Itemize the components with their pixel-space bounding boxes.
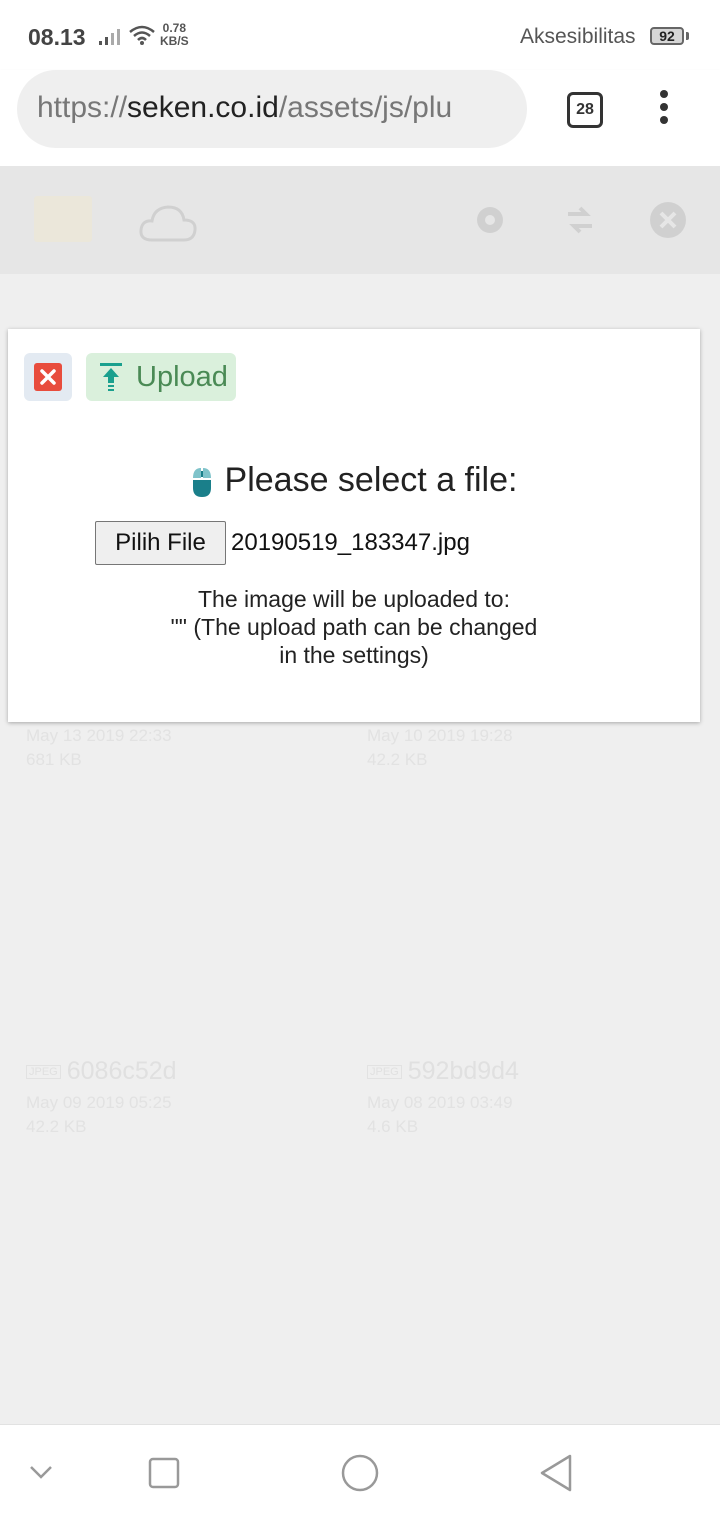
- home-circle-icon[interactable]: [340, 1453, 380, 1493]
- recents-square-icon[interactable]: [148, 1457, 180, 1489]
- file-date: May 10 2019 19:28: [367, 726, 513, 745]
- upload-info: The image will be uploaded to: "" (The u…: [170, 586, 538, 668]
- chevron-down-icon[interactable]: [28, 1463, 54, 1481]
- browser-toolbar: https://seken.co.id/assets/js/plu 28: [0, 70, 720, 166]
- upload-dialog: Upload Please select a file: Pilih File …: [8, 329, 700, 722]
- file-size: 4.6 KB: [367, 1117, 419, 1136]
- file-date: May 09 2019 05:25: [26, 1093, 172, 1112]
- battery-tip: [686, 32, 689, 40]
- file-size: 42.2 KB: [26, 1117, 87, 1136]
- close-icon: [34, 363, 62, 391]
- file-size: 42.2 KB: [367, 750, 428, 769]
- chosen-file-name: 20190519_183347.jpg: [231, 529, 470, 556]
- system-nav-bar: [0, 1424, 720, 1521]
- gear-icon: [477, 207, 503, 233]
- address-bar[interactable]: https://seken.co.id/assets/js/plu: [17, 70, 527, 148]
- background-toolbar: [0, 166, 720, 274]
- file-name: JPEG 592bd9d4: [367, 1057, 519, 1086]
- close-dialog-button[interactable]: [24, 353, 72, 401]
- network-speed: 0.78 KB/S: [160, 21, 189, 48]
- status-time: 08.13: [28, 24, 86, 50]
- cloud-upload-icon: [139, 205, 197, 242]
- file-size: 681 KB: [26, 750, 82, 769]
- upload-button[interactable]: Upload: [86, 353, 236, 401]
- battery-icon: 92: [650, 27, 684, 45]
- choose-file-button[interactable]: Pilih File: [95, 521, 226, 565]
- upload-arrow-icon: [100, 363, 122, 391]
- swap-icon: [568, 206, 592, 234]
- signal-icon: [99, 29, 120, 45]
- upload-label: Upload: [136, 361, 228, 393]
- accessibility-label: Aksesibilitas: [520, 25, 636, 48]
- file-date: May 08 2019 03:49: [367, 1093, 513, 1112]
- file-date: May 13 2019 22:33: [26, 726, 172, 745]
- back-triangle-icon[interactable]: [538, 1453, 574, 1493]
- select-file-prompt: Please select a file:: [8, 461, 700, 500]
- status-bar: 08.13 0.78 KB/S Aksesibilitas 92: [0, 0, 720, 70]
- url-text[interactable]: https://seken.co.id/assets/js/plu: [37, 91, 452, 125]
- tab-switcher-button[interactable]: 28: [567, 92, 603, 128]
- overflow-menu-icon[interactable]: [650, 90, 678, 130]
- close-circle-icon: [650, 202, 686, 238]
- file-name: JPEG 6086c52d: [26, 1057, 177, 1086]
- mouse-icon: [192, 468, 211, 498]
- wifi-icon: [129, 25, 155, 45]
- image-thumbnail-icon: [34, 196, 92, 242]
